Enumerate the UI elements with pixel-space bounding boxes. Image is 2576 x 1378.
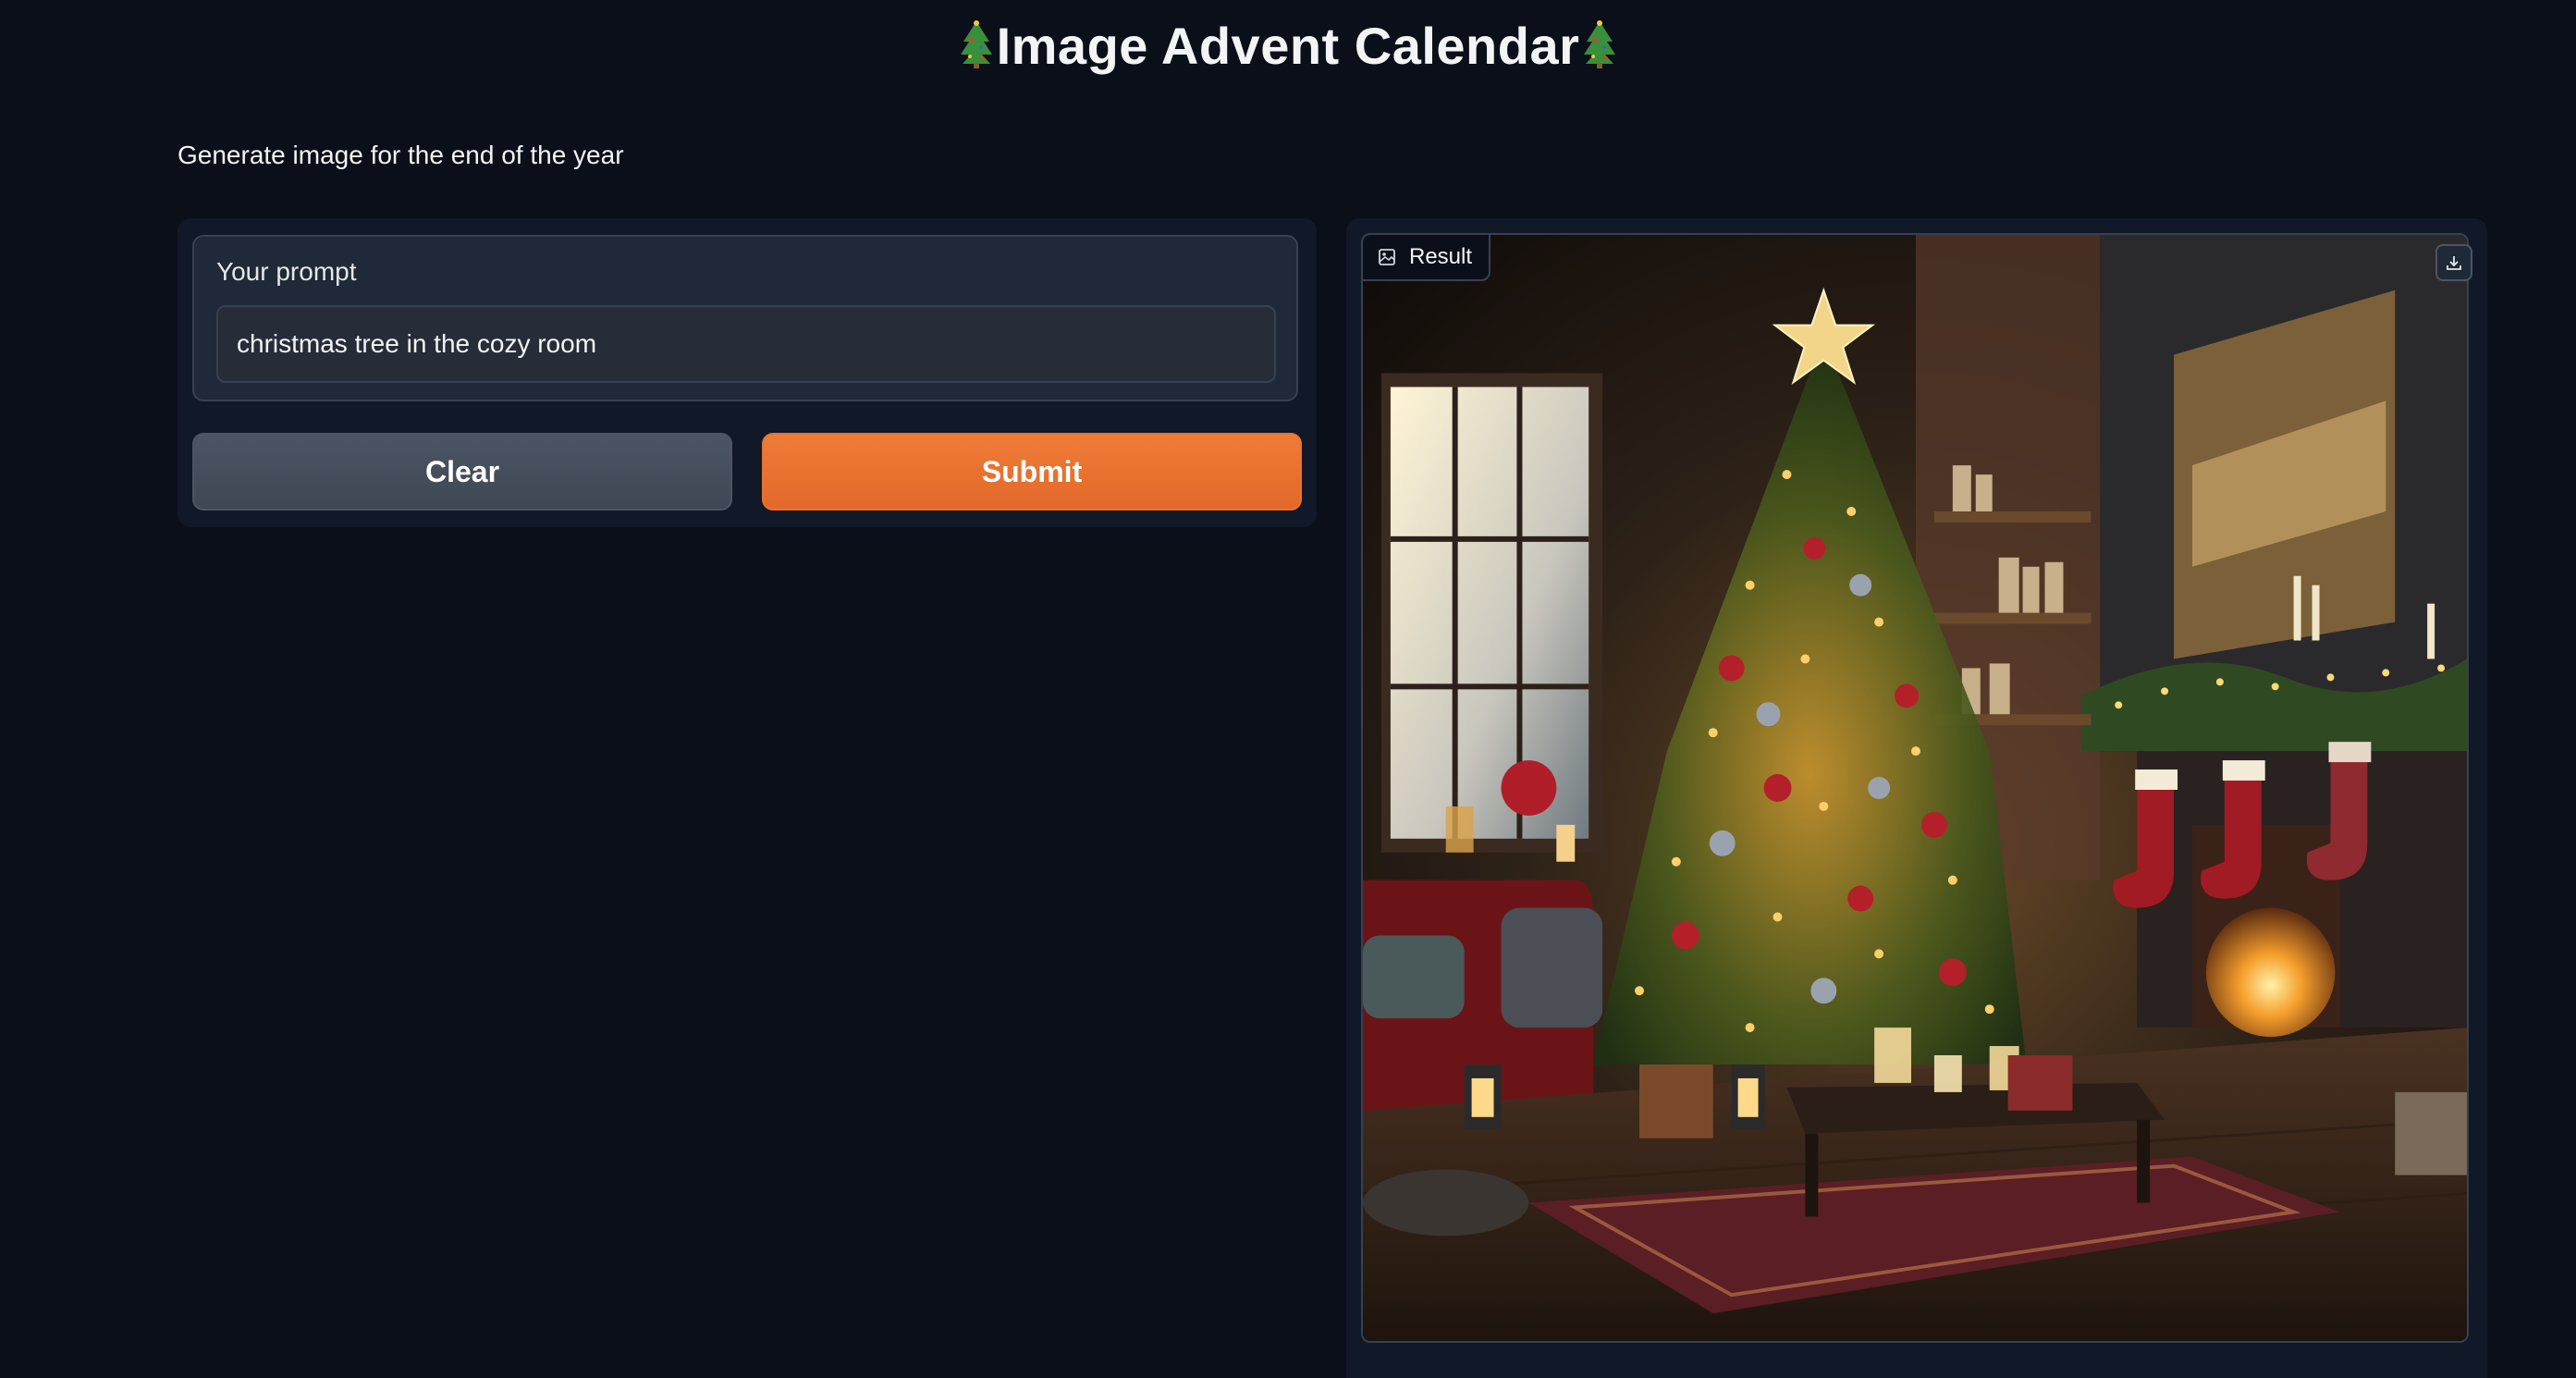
prompt-block: Your prompt	[192, 235, 1298, 401]
output-panel: Result	[1346, 218, 2487, 1378]
prompt-label: Your prompt	[216, 257, 357, 286]
result-label-tag: Result	[1361, 233, 1491, 281]
input-panel: Your prompt Clear Submit	[178, 218, 1317, 527]
image-icon	[1379, 249, 1395, 265]
christmas-tree-icon	[960, 20, 992, 68]
download-button[interactable]	[2435, 244, 2472, 281]
result-label: Result	[1409, 244, 1473, 269]
christmas-tree-icon	[1584, 20, 1616, 68]
page-title: Image Advent Calendar	[0, 11, 2576, 81]
download-icon	[2447, 256, 2461, 270]
result-image[interactable]	[1361, 233, 2469, 1343]
page-description: Generate image for the end of the year	[178, 141, 624, 169]
prompt-input[interactable]	[216, 305, 1276, 383]
christmas-living-room-image	[1363, 235, 2467, 1341]
submit-button[interactable]: Submit	[762, 433, 1302, 511]
app-page: Image Advent Calendar Generate image for…	[0, 0, 2576, 1378]
clear-button[interactable]: Clear	[192, 433, 732, 511]
title-text: Image Advent Calendar	[996, 17, 1580, 75]
